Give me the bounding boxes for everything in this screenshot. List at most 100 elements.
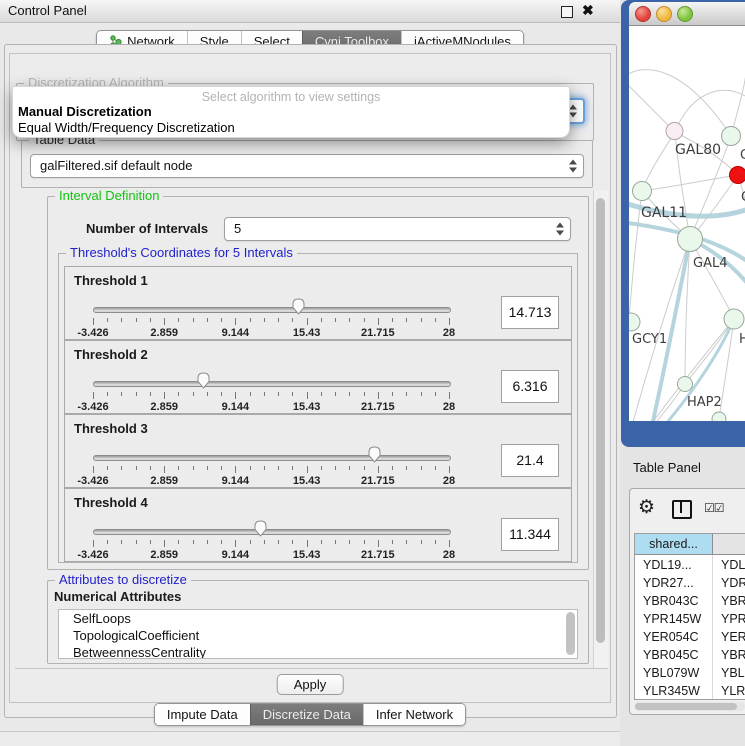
network-canvas[interactable]: GAL80GACGAL11GAL4GCY1HHAP2: [629, 26, 745, 421]
tick-label: 9.144: [222, 401, 250, 413]
attributes-list-scrollbar[interactable]: [566, 612, 575, 655]
node-table[interactable]: shared...na YDL19...YDL1YDR27...YDR2YBR0…: [634, 533, 745, 700]
column-header-2[interactable]: na: [713, 534, 745, 555]
tick-mark: [250, 392, 251, 396]
float-window-icon[interactable]: [561, 6, 573, 18]
tick-label: 2.859: [150, 401, 178, 413]
algorithm-option[interactable]: Manual Discretization: [18, 104, 152, 119]
apply-button[interactable]: Apply: [277, 674, 344, 695]
vertical-scrollbar-thumb[interactable]: [596, 198, 605, 643]
tick-mark: [321, 318, 322, 322]
zoom-traffic-light-icon[interactable]: [677, 6, 693, 22]
table-data-combo-value: galFiltered.sif default node: [40, 158, 192, 173]
table-panel-title: Table Panel: [620, 453, 745, 483]
tick-mark: [164, 392, 165, 399]
attribute-list-item[interactable]: BetweennessCentrality: [59, 644, 577, 659]
slider-ticks: [93, 540, 449, 548]
table-row[interactable]: YPR145WYPR1: [635, 610, 745, 628]
attributes-list[interactable]: SelfLoopsTopologicalCoefficientBetweenne…: [58, 609, 578, 659]
close-traffic-light-icon[interactable]: [635, 6, 651, 22]
tick-mark: [264, 392, 265, 396]
select-columns-icon[interactable]: ☑☑: [704, 501, 724, 515]
column-header-1[interactable]: shared...: [635, 534, 713, 555]
slider-thumb[interactable]: [253, 520, 268, 537]
tick-mark: [178, 466, 179, 470]
edge[interactable]: [675, 90, 745, 132]
algorithm-option[interactable]: Equal Width/Frequency Discretization: [18, 120, 235, 135]
table-row[interactable]: YDL19...YDL1: [635, 556, 745, 574]
edge[interactable]: [738, 175, 745, 236]
tick-mark: [435, 540, 436, 544]
node-gcy1[interactable]: [629, 313, 640, 331]
network-view-window: GAL80GACGAL11GAL4GCY1HHAP2: [621, 0, 745, 447]
node-hap2[interactable]: [678, 377, 693, 392]
threshold-value-field[interactable]: 11.344: [501, 518, 559, 551]
table-row[interactable]: YBR045CYBR0: [635, 646, 745, 664]
table-panel: ⚙ ☑☑ shared...na YDL19...YDL1YDR27...YDR…: [629, 488, 745, 715]
interval-definition-group: Interval Definition Number of Intervals …: [47, 196, 589, 570]
tick-label: 28: [443, 549, 455, 561]
gear-icon[interactable]: ⚙: [638, 496, 655, 519]
split-view-icon[interactable]: [672, 500, 692, 519]
tick-mark: [121, 540, 122, 544]
vertical-scrollbar[interactable]: [593, 190, 608, 668]
edge[interactable]: [642, 132, 675, 191]
table-row[interactable]: YBR043C YBR0: [635, 592, 745, 610]
threshold-value-field[interactable]: 14.713: [501, 296, 559, 329]
network-window-titlebar[interactable]: [629, 2, 745, 26]
node-selected-red[interactable]: [730, 167, 745, 184]
node-pink[interactable]: [666, 123, 683, 140]
threshold-value-field[interactable]: 6.316: [501, 370, 559, 403]
slider-thumb[interactable]: [291, 298, 306, 315]
tick-mark: [292, 318, 293, 322]
attributes-group-title: Attributes to discretize: [55, 572, 191, 587]
attribute-list-item[interactable]: SelfLoops: [59, 610, 577, 627]
tick-mark: [121, 466, 122, 470]
node-gal11[interactable]: [633, 182, 652, 201]
threshold-slider[interactable]: -3.4262.8599.14415.4321.71528: [93, 449, 449, 487]
edge[interactable]: [731, 66, 745, 136]
node-top-right[interactable]: [722, 127, 741, 146]
close-icon[interactable]: ✖: [582, 2, 594, 19]
node-bottom[interactable]: [712, 412, 726, 421]
cell-shared-name: YBR043C: [643, 592, 699, 610]
tick-mark: [150, 318, 151, 322]
table-data-combobox[interactable]: galFiltered.sif default node: [30, 154, 584, 178]
tick-mark: [406, 466, 407, 470]
edge[interactable]: [629, 76, 675, 132]
num-intervals-combobox[interactable]: 5: [224, 217, 571, 241]
cell-name: YBR0: [721, 592, 745, 610]
threshold-slider[interactable]: -3.4262.8599.14415.4321.71528: [93, 523, 449, 561]
horizontal-scrollbar[interactable]: [634, 702, 745, 711]
tick-mark: [250, 466, 251, 470]
tick-mark: [406, 540, 407, 544]
slider-thumb[interactable]: [367, 446, 382, 463]
threshold-value-field[interactable]: 21.4: [501, 444, 559, 477]
minimize-traffic-light-icon[interactable]: [656, 6, 672, 22]
table-row[interactable]: YDR27...YDR2: [635, 574, 745, 592]
table-row[interactable]: YER054CYER0: [635, 628, 745, 646]
tick-mark: [150, 466, 151, 470]
threshold-slider[interactable]: -3.4262.8599.14415.4321.71528: [93, 375, 449, 413]
table-row[interactable]: YLR345WYLR3: [635, 682, 745, 700]
node-gal4[interactable]: [678, 227, 703, 252]
horizontal-scrollbar-thumb[interactable]: [635, 703, 737, 710]
tab-impute-data[interactable]: Impute Data: [155, 704, 250, 725]
threshold-slider[interactable]: -3.4262.8599.14415.4321.71528: [93, 301, 449, 339]
edge[interactable]: [642, 175, 738, 191]
tick-mark: [178, 392, 179, 396]
tick-mark: [250, 540, 251, 544]
tick-label: 28: [443, 327, 455, 339]
tick-mark: [449, 392, 450, 399]
slider-thumb[interactable]: [196, 372, 211, 389]
tick-mark: [378, 466, 379, 473]
edge[interactable]: [685, 319, 734, 384]
table-row[interactable]: YBL079WYBL0: [635, 664, 745, 682]
slider-track: [93, 307, 451, 313]
attribute-list-item[interactable]: TopologicalCoefficient: [59, 627, 577, 644]
threshold-panel: Threshold 4-3.4262.8599.14415.4321.71528…: [64, 488, 572, 562]
thick-edge[interactable]: [643, 239, 690, 421]
tab-discretize-data[interactable]: Discretize Data: [250, 704, 363, 725]
tab-infer-network[interactable]: Infer Network: [363, 704, 465, 725]
node-h[interactable]: [724, 309, 744, 329]
